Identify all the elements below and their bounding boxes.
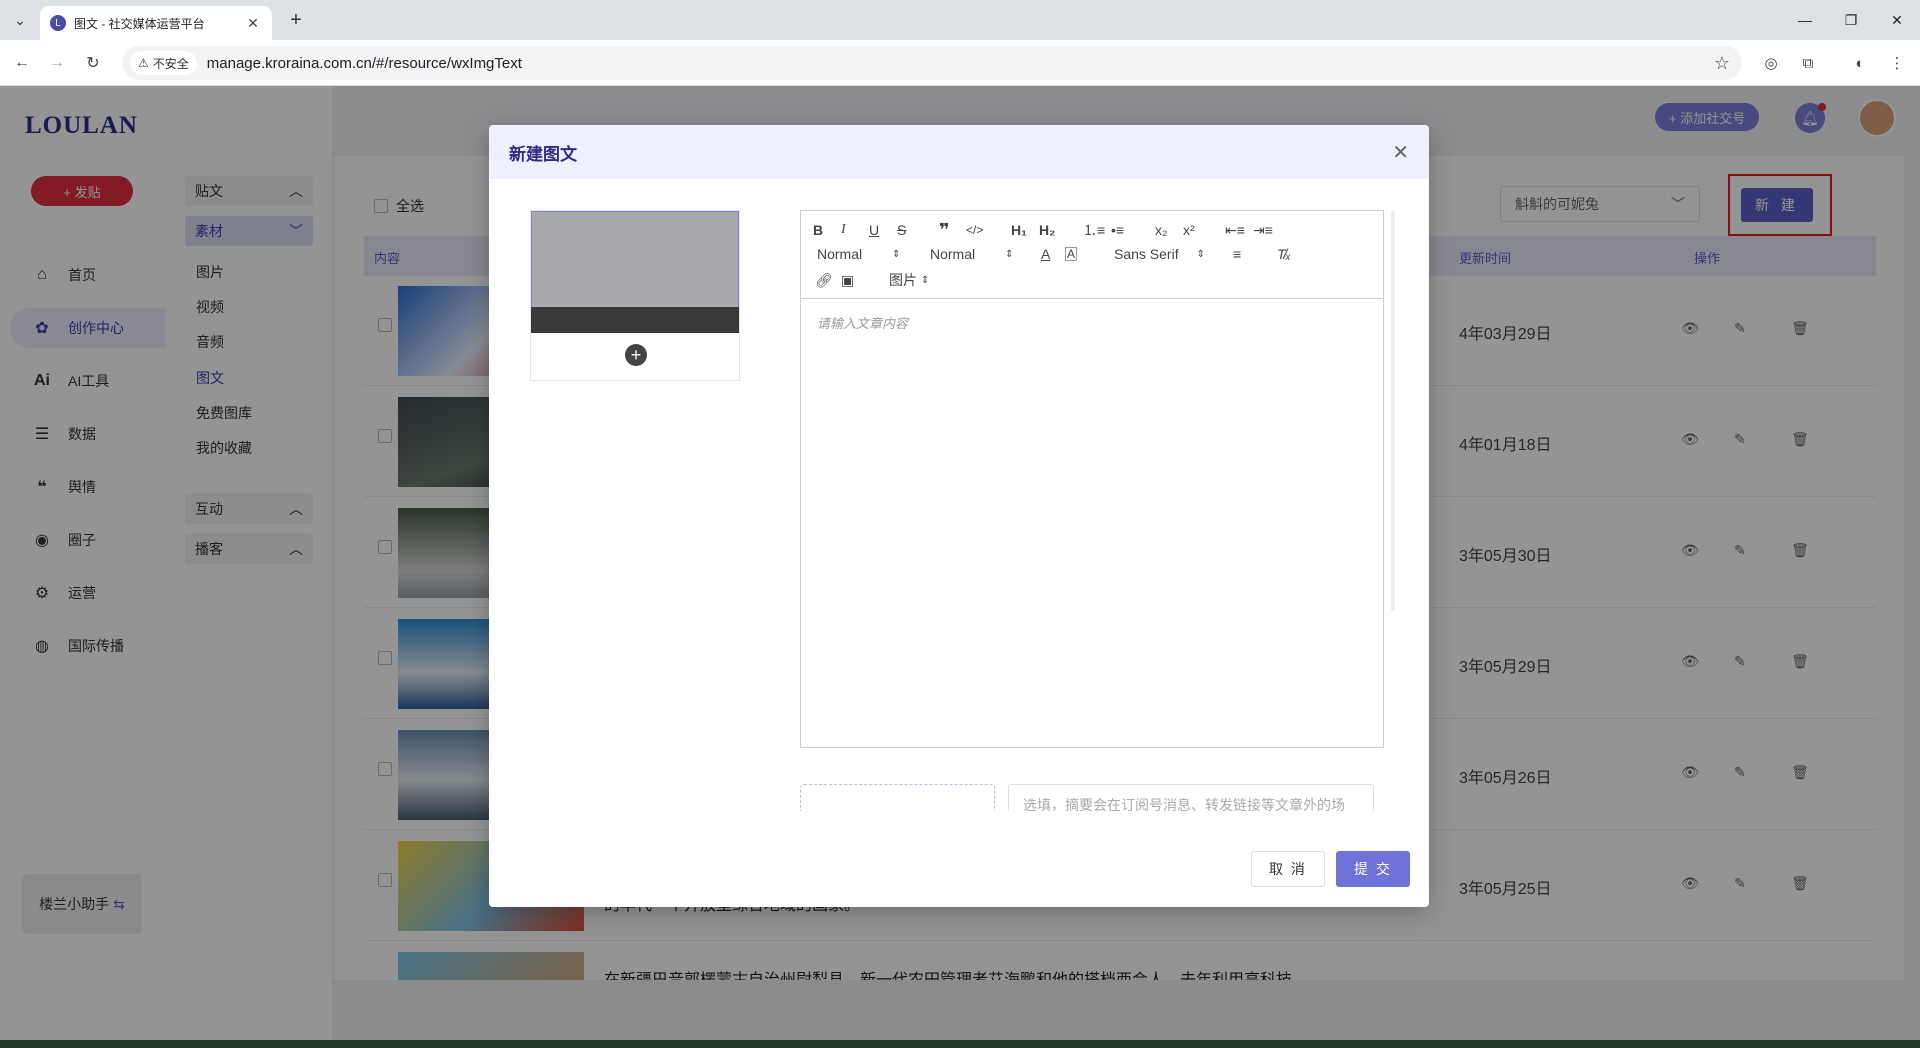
- underline-icon[interactable]: U: [869, 219, 879, 241]
- window-close-icon[interactable]: ✕: [1874, 0, 1920, 40]
- url-text: manage.kroraina.com.cn/#/resource/wxImgT…: [206, 54, 522, 72]
- bullet-list-icon[interactable]: •≡: [1111, 219, 1124, 241]
- bold-icon[interactable]: B: [813, 219, 823, 241]
- subscript-icon[interactable]: x₂: [1155, 219, 1167, 241]
- tab-search-icon[interactable]: ⌄: [8, 8, 32, 32]
- updown-icon: ⇕: [892, 248, 901, 260]
- updown-icon: ⇕: [1005, 248, 1014, 260]
- site-favicon-icon: L: [50, 15, 66, 31]
- align-icon[interactable]: ≡: [1233, 243, 1241, 265]
- heading2-icon[interactable]: H₂: [1039, 219, 1055, 241]
- font-color-icon[interactable]: A: [1041, 243, 1050, 265]
- font-select-value: Sans Serif: [1114, 246, 1179, 262]
- blockquote-icon[interactable]: ❞: [939, 219, 950, 241]
- forward-icon[interactable]: →: [45, 51, 69, 75]
- address-bar[interactable]: ⚠ 不安全 manage.kroraina.com.cn/#/resource/…: [122, 46, 1742, 80]
- heading1-icon[interactable]: H₁: [1011, 219, 1027, 241]
- scrollbar[interactable]: [1391, 211, 1395, 611]
- outdent-icon[interactable]: ⇤≡: [1225, 219, 1245, 241]
- editor-toolbar: B I U S ❞ </> H₁ H₂ ⒈≡ •≡ x₂ x² ⇤≡ ⇥≡ No…: [801, 211, 1383, 299]
- dialog-header: 新建图文 ✕: [489, 125, 1429, 179]
- security-chip[interactable]: ⚠ 不安全: [130, 51, 197, 75]
- warning-icon: ⚠: [138, 56, 149, 70]
- bookmark-star-icon[interactable]: ☆: [1714, 53, 1730, 74]
- new-article-dialog: 新建图文 ✕ + B I U S ❞ </> H₁ H₂ ⒈≡ •≡ x₂ x²…: [489, 125, 1429, 907]
- image-select[interactable]: 图片 ⇕: [889, 269, 929, 291]
- security-label: 不安全: [152, 56, 189, 71]
- font-select[interactable]: Sans Serif ⇕: [1114, 243, 1205, 265]
- browser-tab-bar: ⌄ L 图文 - 社交媒体运营平台 ✕ + — ❐ ✕: [0, 0, 1920, 40]
- header-select[interactable]: Normal ⇕: [817, 243, 901, 265]
- clear-format-icon[interactable]: T̸ₓ: [1277, 243, 1291, 265]
- ordered-list-icon[interactable]: ⒈≡: [1083, 219, 1105, 241]
- browser-menu-icon[interactable]: ⋮: [1886, 52, 1908, 74]
- os-taskbar: [0, 1040, 1920, 1048]
- cover-title-bar: [531, 307, 739, 333]
- browser-tab[interactable]: L 图文 - 社交媒体运营平台 ✕: [40, 6, 272, 40]
- updown-icon: ⇕: [1196, 248, 1205, 260]
- editor-content[interactable]: 请输入文章内容: [817, 313, 908, 332]
- updown-icon: ⇕: [921, 274, 930, 286]
- extension-circle-icon[interactable]: ◎: [1760, 52, 1782, 74]
- submit-button[interactable]: 提 交: [1336, 851, 1410, 887]
- back-icon[interactable]: ←: [10, 51, 34, 75]
- link-icon[interactable]: 🔗︎: [815, 269, 833, 291]
- add-article-icon[interactable]: +: [625, 344, 647, 366]
- tab-close-icon[interactable]: ✕: [244, 15, 262, 32]
- close-icon[interactable]: ✕: [1392, 140, 1409, 165]
- browser-toolbar: ← → ↻ ⚠ 不安全 manage.kroraina.com.cn/#/res…: [0, 40, 1920, 86]
- strikethrough-icon[interactable]: S: [897, 219, 906, 241]
- new-tab-icon[interactable]: +: [282, 8, 310, 32]
- cancel-button[interactable]: 取 消: [1251, 851, 1325, 887]
- superscript-icon[interactable]: x²: [1183, 219, 1195, 241]
- header-select-value: Normal: [817, 246, 863, 262]
- background-color-icon[interactable]: A: [1065, 247, 1078, 261]
- video-icon[interactable]: ▣: [841, 269, 854, 291]
- reload-icon[interactable]: ↻: [81, 51, 105, 75]
- restore-icon[interactable]: ❐: [1828, 0, 1874, 40]
- tab-title: 图文 - 社交媒体运营平台: [74, 16, 205, 31]
- cover-card[interactable]: +: [530, 210, 740, 381]
- extensions-puzzle-icon[interactable]: ⧉: [1797, 52, 1819, 74]
- code-block-icon[interactable]: </>: [966, 219, 983, 241]
- dialog-body-mask: [789, 811, 1409, 841]
- size-select-value: Normal: [930, 246, 976, 262]
- image-select-value: 图片: [889, 272, 917, 288]
- rich-text-editor: B I U S ❞ </> H₁ H₂ ⒈≡ •≡ x₂ x² ⇤≡ ⇥≡ No…: [800, 210, 1395, 748]
- indent-icon[interactable]: ⇥≡: [1253, 219, 1273, 241]
- dialog-title: 新建图文: [509, 144, 577, 164]
- profile-icon[interactable]: ◐: [1849, 52, 1871, 74]
- minimize-icon[interactable]: —: [1782, 0, 1828, 40]
- italic-icon[interactable]: I: [841, 219, 846, 241]
- size-select[interactable]: Normal ⇕: [930, 243, 1014, 265]
